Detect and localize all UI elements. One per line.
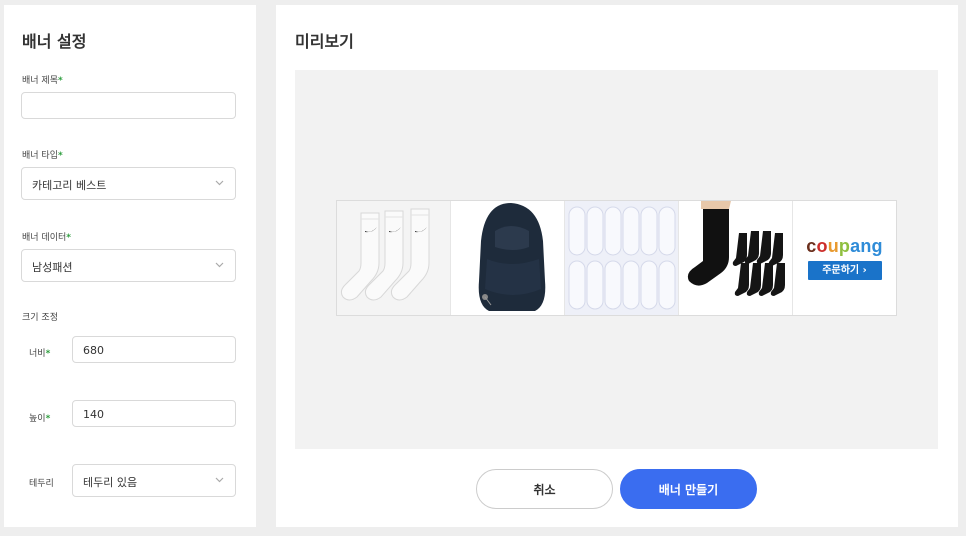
banner-type-label: 배너 타입*: [22, 148, 63, 161]
white-socks-image: [337, 201, 450, 315]
preview-area: coupang 주문하기 ›: [295, 70, 938, 449]
product-image-white-crew-socks[interactable]: [337, 201, 451, 315]
height-label-text: 높이: [29, 414, 46, 424]
required-mark: *: [45, 349, 51, 359]
logo-letter: ang: [850, 235, 883, 256]
banner-type-value: 카테고리 베스트: [32, 179, 107, 192]
border-value: 테두리 있음: [83, 476, 138, 489]
order-button[interactable]: 주문하기 ›: [807, 260, 882, 280]
banner-settings-panel: 배너 설정 배너 제목* 배너 타입* 카테고리 베스트 배너 데이터* 남성패…: [4, 5, 256, 527]
banner-data-select[interactable]: 남성패션: [21, 249, 236, 282]
banner-title-label: 배너 제목*: [22, 73, 63, 86]
required-mark: *: [66, 233, 71, 243]
height-input[interactable]: 140: [72, 400, 236, 427]
banner-data-label-text: 배너 데이터: [22, 233, 67, 243]
preview-panel: 미리보기 coupang 주문하기 › 취소 배너 만들기: [276, 5, 958, 527]
required-mark: *: [45, 414, 51, 424]
product-image-white-no-show-socks[interactable]: [565, 201, 679, 315]
border-label: 테두리: [29, 479, 54, 489]
height-value: 140: [83, 408, 104, 421]
black-socks-image: [679, 201, 792, 315]
banner-title-input[interactable]: [21, 92, 236, 119]
width-value: 680: [83, 344, 104, 357]
chevron-down-icon: [215, 180, 224, 186]
banner-type-select[interactable]: 카테고리 베스트: [21, 167, 236, 200]
banner-data-value: 남성패션: [32, 261, 73, 274]
chevron-down-icon: [215, 262, 224, 268]
product-image-navy-balaclava[interactable]: [451, 201, 565, 315]
width-label: 너비*: [29, 346, 50, 359]
settings-title: 배너 설정: [22, 32, 87, 51]
size-adjust-label: 크기 조정: [22, 313, 58, 323]
banner-preview[interactable]: coupang 주문하기 ›: [336, 200, 897, 316]
logo-letter: u: [827, 235, 839, 256]
chevron-down-icon: [215, 477, 224, 483]
preview-title: 미리보기: [295, 32, 354, 51]
width-input[interactable]: 680: [72, 336, 236, 363]
height-label: 높이*: [29, 411, 50, 424]
cancel-button[interactable]: 취소: [476, 469, 613, 509]
coupang-logo: coupang: [806, 237, 882, 255]
width-label-text: 너비: [29, 349, 46, 359]
product-image-black-crew-socks[interactable]: [679, 201, 793, 315]
coupang-brand-tile[interactable]: coupang 주문하기 ›: [793, 201, 896, 315]
balaclava-image: [451, 201, 564, 315]
required-mark: *: [57, 76, 63, 86]
border-select[interactable]: 테두리 있음: [72, 464, 236, 497]
banner-data-label: 배너 데이터*: [22, 230, 71, 243]
logo-letter: o: [816, 235, 828, 256]
banner-type-label-text: 배너 타입: [22, 151, 58, 161]
no-show-socks-image: [565, 201, 678, 315]
required-mark: *: [57, 151, 63, 161]
logo-letter: c: [806, 235, 817, 256]
create-banner-button[interactable]: 배너 만들기: [620, 469, 757, 509]
banner-title-label-text: 배너 제목: [22, 76, 58, 86]
logo-letter: p: [838, 235, 851, 256]
